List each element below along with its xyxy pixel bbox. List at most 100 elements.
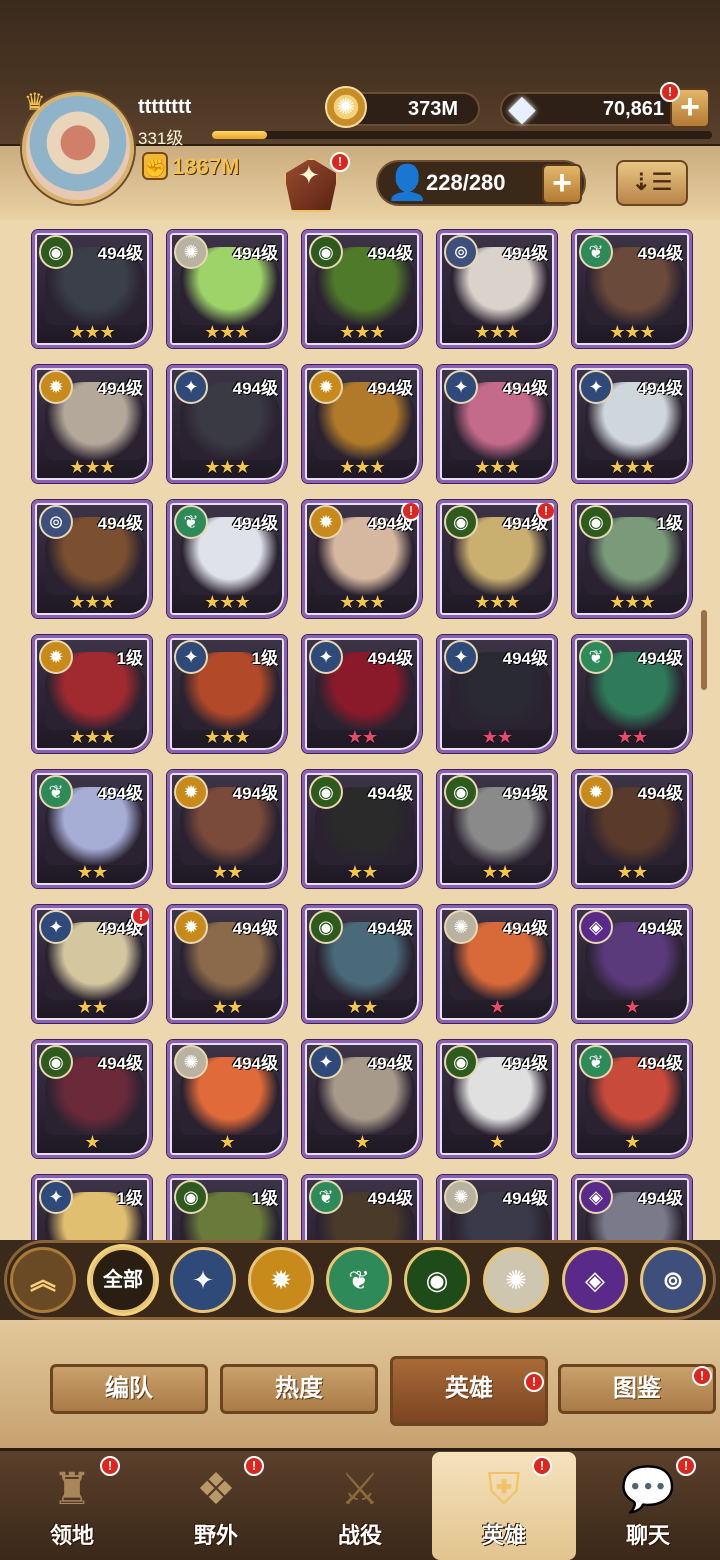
hero-level: 494级 <box>367 1189 413 1208</box>
hero-level: 494级 <box>232 244 278 263</box>
chat-bubble-icon: 💬 <box>620 1465 676 1514</box>
hero-card[interactable]: ❦ 494级 ★★★ <box>167 500 287 618</box>
sun-icon: ✺ <box>444 1180 478 1214</box>
double-chevron-up-icon: ︽ <box>29 1265 56 1295</box>
hero-stars: ★★★ <box>339 592 385 612</box>
hero-card[interactable]: ✺ 494级 ★★★ <box>167 230 287 348</box>
nav-0[interactable]: ♜ 领地! <box>0 1452 144 1560</box>
hero-card[interactable]: ✺ 494级 <box>437 1175 557 1240</box>
hero-card[interactable]: ✹ 494级 ★★★ <box>302 365 422 483</box>
hero-card[interactable]: ⊚ 494级 ★★★ <box>32 500 152 618</box>
hero-level: 494级 <box>637 379 683 398</box>
hero-card[interactable]: ✺ 494级 ★ <box>167 1040 287 1158</box>
hero-stars: ★★★ <box>339 322 385 342</box>
hero-level: 1级 <box>656 514 683 533</box>
hero-card[interactable]: ✦ 1级 ★★★ <box>167 635 287 753</box>
hero-card[interactable]: ❦ 494级 ★★★ <box>572 230 692 348</box>
hero-stars: ★★ <box>481 727 513 747</box>
hero-level: 494级 <box>97 514 143 533</box>
filter-mauler-button[interactable]: ✹ <box>248 1247 314 1313</box>
compass-star-icon: ✦ <box>444 640 478 674</box>
hero-level: 1级 <box>116 1189 143 1208</box>
hero-card[interactable]: ✹ 494级 ★★ <box>572 770 692 888</box>
hero-card[interactable]: ✹ 1级 ★★★ <box>32 635 152 753</box>
sub-tab-2[interactable]: 英雄 <box>390 1356 548 1426</box>
compass-star-icon: ✦ <box>174 370 208 404</box>
hero-level: 494级 <box>637 919 683 938</box>
hero-card[interactable]: ❦ 494级 ★★ <box>572 635 692 753</box>
hero-card[interactable]: ❦ 494级 ★ <box>572 1040 692 1158</box>
filter-dimensional-button[interactable]: ⊚ <box>640 1247 706 1313</box>
sort-button[interactable]: ⇣☰ <box>616 160 688 206</box>
hero-card[interactable]: ◉ 494级 ★★★! <box>437 500 557 618</box>
hero-card[interactable]: ⊚ 494级 ★★★ <box>437 230 557 348</box>
hero-card[interactable]: ✺ 494级 ★ <box>437 905 557 1023</box>
scrollbar[interactable] <box>701 610 707 690</box>
hero-card[interactable]: ✦ 494级 ★★! <box>32 905 152 1023</box>
hero-card[interactable]: ✹ 494级 ★★★ <box>32 365 152 483</box>
filter-all-button[interactable]: 全部 <box>90 1247 156 1313</box>
hero-card[interactable]: ✦ 494级 ★★★ <box>167 365 287 483</box>
scroll-top-button[interactable]: ︽ <box>10 1247 76 1313</box>
hero-list-panel[interactable]: ◉ 494级 ★★★ ✺ 494级 ★★★ ◉ 494级 ★★★ ⊚ 494级 ★★★ ❦ 494级 ★★★… <box>0 220 720 1240</box>
hero-stars: ★★★ <box>204 592 250 612</box>
filter-hypogean-button[interactable]: ◈ <box>562 1247 628 1313</box>
filter-graveborn-button[interactable]: ◉ <box>404 1247 470 1313</box>
hero-card[interactable]: ✦ 494级 ★★★ <box>572 365 692 483</box>
hero-card[interactable]: ◉ 1级 <box>167 1175 287 1240</box>
hero-stars: ★★★ <box>204 727 250 747</box>
hero-card[interactable]: ❦ 494级 ★★ <box>32 770 152 888</box>
sun-icon: ✺ <box>174 1045 208 1079</box>
hero-card[interactable]: ✹ 494级 ★★ <box>167 905 287 1023</box>
hero-card[interactable]: ◉ 494级 ★★ <box>437 770 557 888</box>
crown-icon: ♛ <box>24 89 46 116</box>
hero-level: 494级 <box>367 1054 413 1073</box>
hero-card[interactable]: ◉ 494级 ★★★ <box>32 230 152 348</box>
sub-tab-0[interactable]: 编队 <box>50 1364 208 1414</box>
nav-label: 英雄 <box>481 1523 526 1548</box>
hero-stars: ★★★ <box>609 457 655 477</box>
hero-stars: ★ <box>219 1132 235 1152</box>
hero-level: 494级 <box>367 919 413 938</box>
hero-level: 494级 <box>502 244 548 263</box>
hero-card[interactable]: ◈ 494级 ★ <box>572 905 692 1023</box>
hero-stars: ★★ <box>346 862 378 882</box>
expand-slots-button[interactable]: + <box>542 164 582 204</box>
hero-card[interactable]: ✦ 494级 ★★★ <box>437 365 557 483</box>
hero-card[interactable]: ✹ 494级 ★★ <box>167 770 287 888</box>
leaf-icon: ❦ <box>579 1045 613 1079</box>
hero-card[interactable]: ✦ 494级 ★ <box>302 1040 422 1158</box>
filter-lightbearer-button[interactable]: ✦ <box>170 1247 236 1313</box>
hero-card[interactable]: ◉ 494级 ★★ <box>302 905 422 1023</box>
compass-star-icon: ✦ <box>39 1180 73 1214</box>
nav-4[interactable]: 💬 聊天! <box>576 1452 720 1560</box>
hero-card[interactable]: ◉ 494级 ★★★ <box>302 230 422 348</box>
filter-wilder-button[interactable]: ❦ <box>326 1247 392 1313</box>
filter-celestial-button[interactable]: ✺ <box>483 1247 549 1313</box>
dimension-icon: ⊚ <box>444 235 478 269</box>
sub-tab-1[interactable]: 热度 <box>220 1364 378 1414</box>
hero-card[interactable]: ✹ 494级 ★★★! <box>302 500 422 618</box>
sun-icon: ✺ <box>174 235 208 269</box>
hero-level: 1级 <box>251 649 278 668</box>
nav-3[interactable]: ⛨ 英雄! <box>432 1452 576 1560</box>
hero-card[interactable]: ◉ 494级 ★ <box>32 1040 152 1158</box>
sub-tab-label: 热度 <box>275 1375 323 1402</box>
hero-card[interactable]: ❦ 494级 <box>302 1175 422 1240</box>
hero-level: 494级 <box>502 1189 548 1208</box>
hero-level: 494级 <box>502 784 548 803</box>
nav-2[interactable]: ⚔ 战役 <box>288 1452 432 1560</box>
gold-coin-icon: ✺ <box>325 86 367 128</box>
leaf-icon: ❦ <box>174 505 208 539</box>
hero-card[interactable]: ◈ 494级 <box>572 1175 692 1240</box>
hero-stars: ★★★ <box>609 322 655 342</box>
hero-card[interactable]: ◉ 494级 ★ <box>437 1040 557 1158</box>
hero-card[interactable]: ◉ 1级 ★★★ <box>572 500 692 618</box>
nav-1[interactable]: ❖ 野外! <box>144 1452 288 1560</box>
hero-card[interactable]: ✦ 1级 <box>32 1175 152 1240</box>
hero-card[interactable]: ◉ 494级 ★★ <box>302 770 422 888</box>
hero-card[interactable]: ✦ 494级 ★★ <box>302 635 422 753</box>
notification-badge: ! <box>131 908 149 926</box>
filter-label: 全部 <box>103 1269 143 1291</box>
hero-card[interactable]: ✦ 494级 ★★ <box>437 635 557 753</box>
